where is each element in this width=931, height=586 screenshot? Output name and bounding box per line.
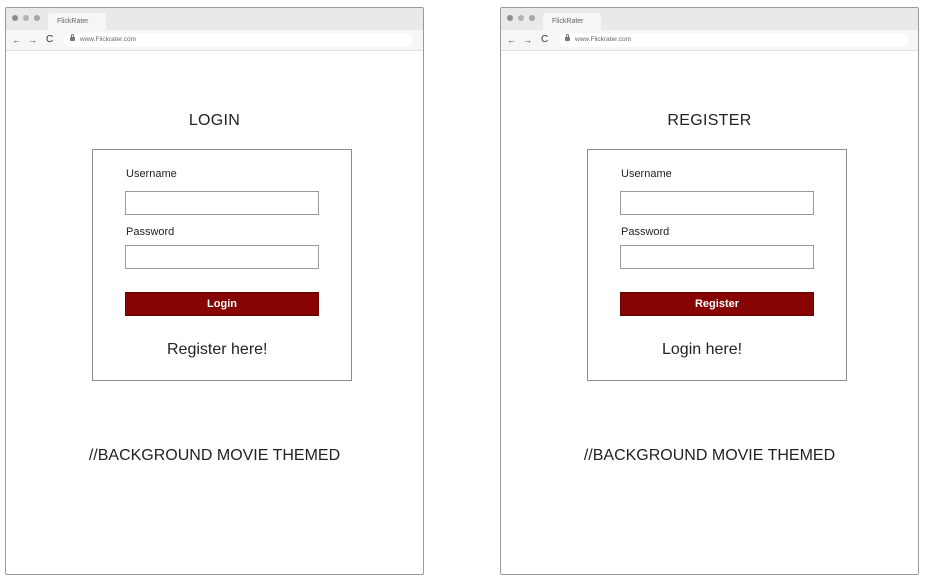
background-note: //BACKGROUND MOVIE THEMED — [88, 447, 341, 464]
username-label: Username — [126, 168, 177, 180]
password-input[interactable] — [125, 245, 319, 269]
address-url: www.Flickrater.com — [80, 36, 136, 43]
password-label: Password — [126, 226, 175, 238]
register-form: Username Password Register Login here! — [587, 149, 847, 381]
register-link[interactable]: Register here! — [167, 341, 268, 359]
password-label: Password — [621, 226, 670, 238]
minimize-dot-icon[interactable] — [518, 15, 524, 21]
maximize-dot-icon[interactable] — [529, 15, 535, 21]
forward-arrow-icon[interactable]: → — [523, 33, 532, 47]
window-controls — [12, 15, 40, 21]
maximize-dot-icon[interactable] — [34, 15, 40, 21]
browser-toolbar: ← → C www.Flickrater.com — [501, 30, 918, 51]
browser-tab-bar: FlickRater — [6, 8, 423, 30]
login-button[interactable]: Login — [125, 292, 319, 316]
tab-title: FlickRater — [552, 18, 584, 25]
close-dot-icon[interactable] — [12, 15, 18, 21]
background-note: //BACKGROUND MOVIE THEMED — [583, 447, 836, 464]
minimize-dot-icon[interactable] — [23, 15, 29, 21]
lock-icon — [565, 34, 570, 41]
window-controls — [507, 15, 535, 21]
tab-title: FlickRater — [57, 18, 89, 25]
password-input[interactable] — [620, 245, 814, 269]
browser-tab-bar: FlickRater — [501, 8, 918, 30]
browser-window-login: FlickRater ← → C www.Flickrater.com LOGI… — [5, 7, 424, 575]
browser-tab[interactable]: FlickRater — [543, 13, 601, 30]
page-title: REGISTER — [667, 112, 752, 129]
address-bar[interactable]: www.Flickrater.com — [559, 33, 908, 47]
username-input[interactable] — [125, 191, 319, 215]
address-url: www.Flickrater.com — [575, 36, 631, 43]
back-arrow-icon[interactable]: ← — [12, 33, 21, 47]
page-title: LOGIN — [188, 112, 241, 129]
login-link[interactable]: Login here! — [662, 341, 742, 359]
browser-tab[interactable]: FlickRater — [48, 13, 106, 30]
address-bar[interactable]: www.Flickrater.com — [64, 33, 413, 47]
close-dot-icon[interactable] — [507, 15, 513, 21]
reload-icon[interactable]: C — [46, 33, 53, 47]
login-form: Username Password Login Register here! — [92, 149, 352, 381]
username-label: Username — [621, 168, 672, 180]
browser-toolbar: ← → C www.Flickrater.com — [6, 30, 423, 51]
register-button[interactable]: Register — [620, 292, 814, 316]
username-input[interactable] — [620, 191, 814, 215]
back-arrow-icon[interactable]: ← — [507, 33, 516, 47]
lock-icon — [70, 34, 75, 41]
reload-icon[interactable]: C — [541, 33, 548, 47]
forward-arrow-icon[interactable]: → — [28, 33, 37, 47]
browser-window-register: FlickRater ← → C www.Flickrater.com REGI… — [500, 7, 919, 575]
